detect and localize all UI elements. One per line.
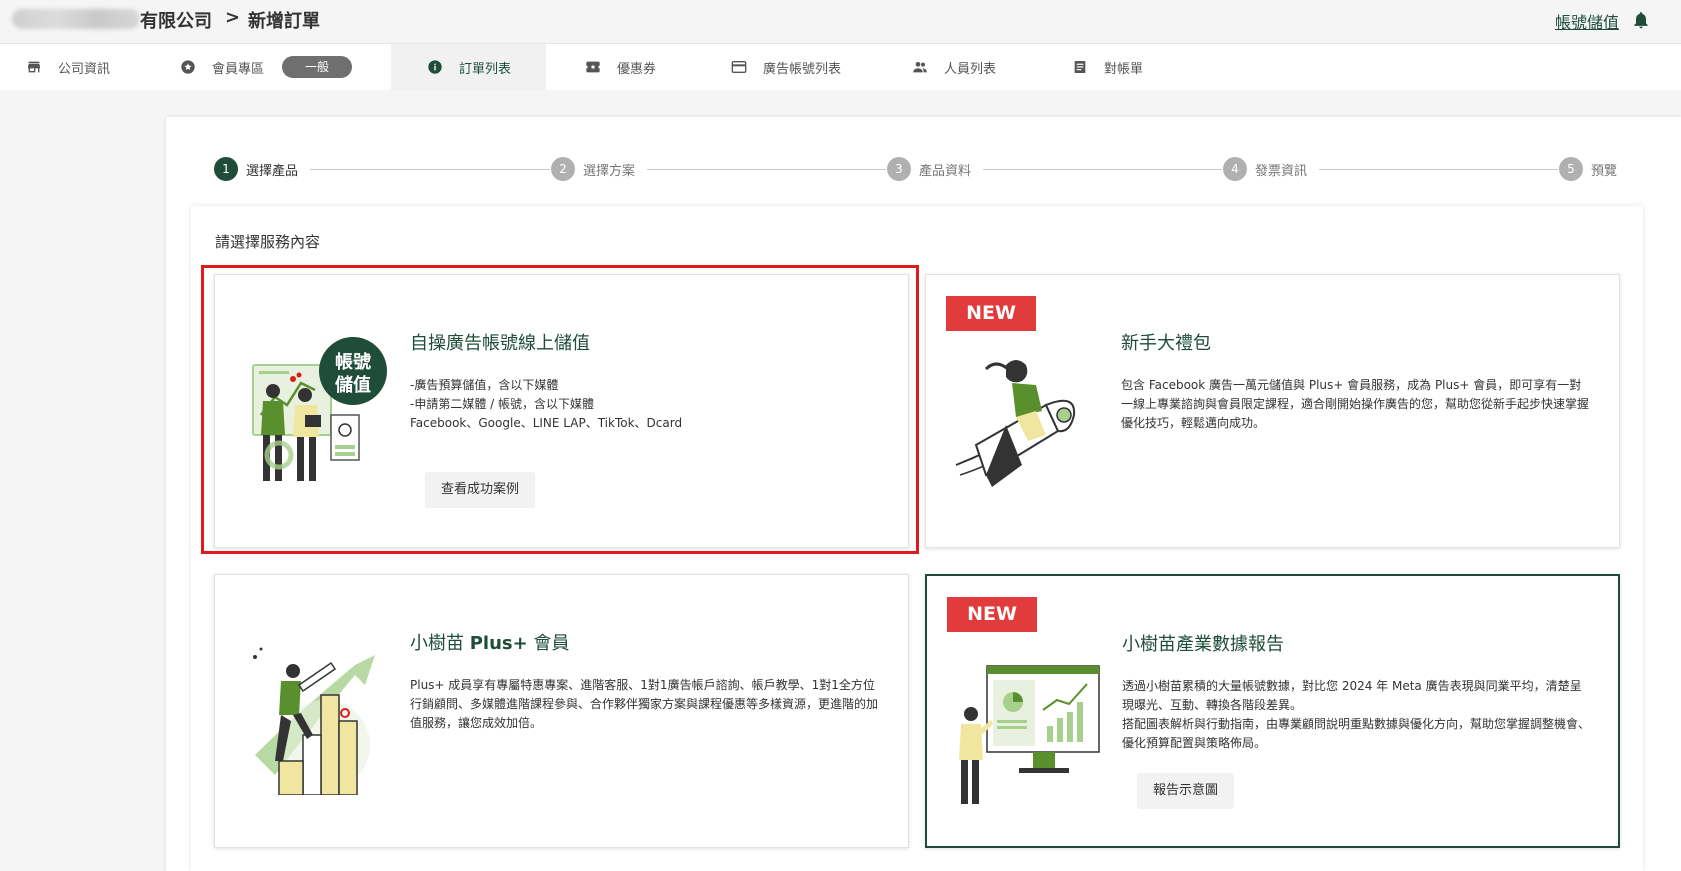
service-card-industry-report[interactable]: NEW 小樹苗產業數據報告 透過小樹苗累積的大量帳號數據，對比您 2024 年 … <box>925 574 1620 848</box>
info-icon <box>428 60 442 74</box>
service-description: 透過小樹苗累積的大量帳號數據，對比您 2024 年 Meta 廣告表現與同業平均… <box>1122 679 1591 750</box>
tab-order-list[interactable]: 訂單列表 <box>391 44 546 90</box>
step-connector <box>1319 169 1558 170</box>
step-product-info: 3 產品資料 <box>887 157 971 181</box>
document-icon <box>1074 61 1086 73</box>
tab-company-info[interactable]: 公司資訊 <box>26 44 110 90</box>
main-nav-tabs: 公司資訊 會員專區 一般 訂單列表 優惠券 廣告帳號列表 人員列表 對帳單 <box>0 44 1681 90</box>
service-description: 包含 Facebook 廣告一萬元儲值與 Plus+ 會員服務，成為 Plus+… <box>1121 378 1590 430</box>
selection-highlight-outline <box>201 265 919 554</box>
tab-label: 會員專區 <box>212 61 265 77</box>
service-title: 小樹苗 Plus+ 會員 <box>410 633 570 654</box>
new-badge: NEW <box>946 296 1036 331</box>
service-title: 小樹苗產業數據報告 <box>1122 634 1284 655</box>
step-select-plan: 2 選擇方案 <box>551 157 635 181</box>
tab-label: 廣告帳號列表 <box>763 61 842 77</box>
service-title: 新手大禮包 <box>1121 333 1211 354</box>
climbing-growth-illustration <box>253 647 375 795</box>
step-connector <box>310 169 550 170</box>
step-connector <box>983 169 1222 170</box>
tab-staff-list[interactable]: 人員列表 <box>912 44 996 90</box>
store-icon <box>28 61 40 73</box>
member-level-badge: 一般 <box>282 56 353 78</box>
company-name-suffix[interactable]: 有限公司 <box>140 7 212 33</box>
dashboard-illustration <box>959 665 1100 804</box>
rocket-illustration <box>955 360 1076 487</box>
service-description: Plus+ 成員享有專屬特惠專案、進階客服、1對1廣告帳戶諮詢、帳戶教學、1對1… <box>410 678 879 730</box>
star-badge-icon <box>181 60 195 74</box>
section-title: 請選擇服務內容 <box>215 233 321 251</box>
service-card-starter-pack[interactable]: NEW 新手大禮包 包含 Facebook 廣告一萬元儲值與 Plus+ 會員服… <box>925 274 1620 548</box>
step-select-product: 1 選擇產品 <box>214 157 298 181</box>
page-title: 新增訂單 <box>248 11 320 32</box>
tab-label: 對帳單 <box>1104 61 1144 77</box>
bell-icon[interactable] <box>1631 9 1651 31</box>
report-sample-button[interactable]: 報告示意圖 <box>1137 773 1235 809</box>
service-card-plus-member[interactable]: 小樹苗 Plus+ 會員 Plus+ 成員享有專屬特惠專案、進階客服、1對1廣告… <box>214 574 909 848</box>
new-badge: NEW <box>947 597 1037 632</box>
breadcrumb-separator: > <box>225 7 241 28</box>
tab-label: 訂單列表 <box>459 61 512 77</box>
tab-label: 人員列表 <box>944 61 997 77</box>
order-stepper: 1 選擇產品 2 選擇方案 3 產品資料 4 發票資訊 5 預覽 <box>214 157 1634 183</box>
tab-member-zone[interactable]: 會員專區 一般 <box>180 44 353 90</box>
tab-label: 公司資訊 <box>58 61 111 77</box>
topup-link[interactable]: 帳號儲值 <box>1555 9 1619 33</box>
step-preview: 5 預覽 <box>1559 157 1617 181</box>
tab-label: 優惠券 <box>617 61 657 77</box>
tab-ad-accounts[interactable]: 廣告帳號列表 <box>731 44 841 90</box>
top-bar: 有限公司 > 新增訂單 帳號儲值 <box>0 0 1681 44</box>
step-invoice-info: 4 發票資訊 <box>1223 157 1307 181</box>
people-icon <box>913 62 927 73</box>
credit-card-icon <box>731 61 747 73</box>
company-name-redacted <box>12 9 140 29</box>
tab-coupons[interactable]: 優惠券 <box>585 44 656 90</box>
tab-statements[interactable]: 對帳單 <box>1072 44 1143 90</box>
ticket-icon <box>586 61 600 73</box>
step-connector <box>647 169 886 170</box>
